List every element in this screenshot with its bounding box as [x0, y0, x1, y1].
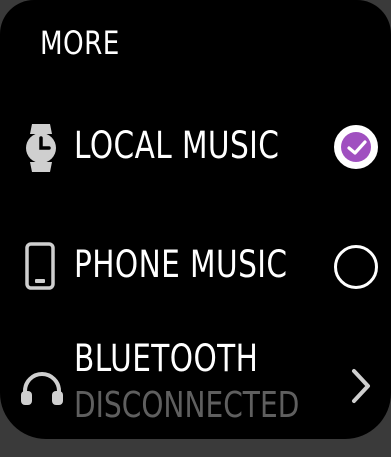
chevron-right-icon[interactable]	[349, 367, 373, 405]
watch-frame: MORE LOCAL MUSIC PHONE MUSIC BLUETOOTH D…	[0, 0, 391, 457]
checkmark-icon	[347, 140, 367, 155]
page-title: MORE	[40, 24, 120, 62]
phone-music-label: PHONE MUSIC	[74, 243, 288, 286]
bluetooth-status: DISCONNECTED	[74, 385, 300, 426]
music-source-screen: MORE LOCAL MUSIC PHONE MUSIC BLUETOOTH D…	[0, 0, 391, 439]
phone-music-radio[interactable]	[334, 245, 378, 289]
local-music-option[interactable]: LOCAL MUSIC	[0, 110, 391, 190]
local-music-radio[interactable]	[334, 125, 378, 169]
bluetooth-label: BLUETOOTH	[74, 337, 259, 380]
bluetooth-option[interactable]: BLUETOOTH DISCONNECTED	[0, 335, 391, 439]
phone-music-option[interactable]: PHONE MUSIC	[0, 225, 391, 305]
watch-icon	[26, 124, 56, 172]
headphones-icon	[21, 372, 63, 405]
local-music-label: LOCAL MUSIC	[74, 124, 280, 167]
phone-icon	[25, 242, 55, 290]
